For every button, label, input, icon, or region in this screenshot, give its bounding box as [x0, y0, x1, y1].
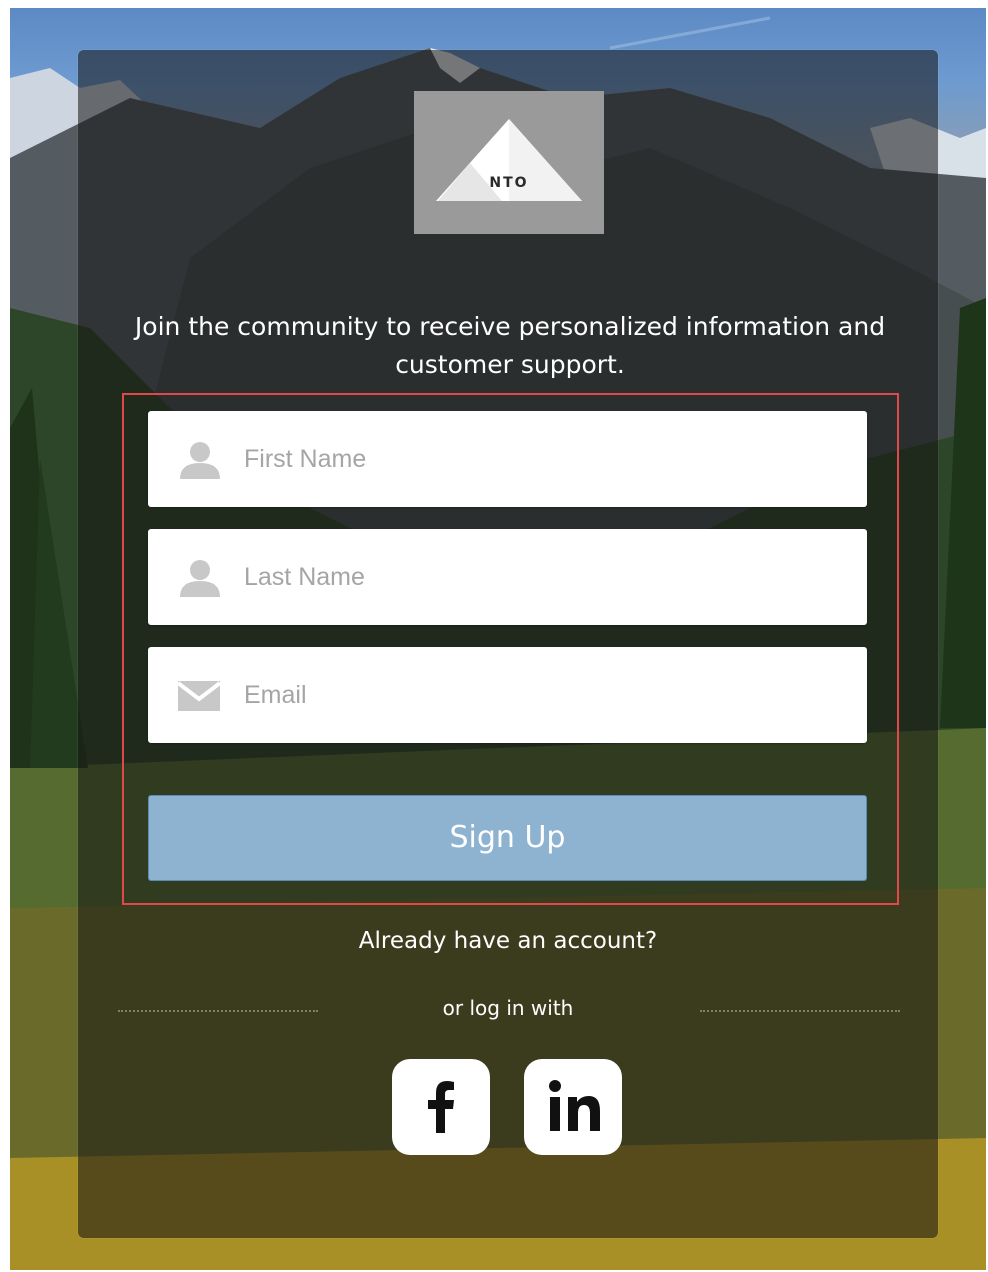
first-name-field[interactable]	[148, 411, 867, 507]
linkedin-login-button[interactable]	[524, 1059, 622, 1155]
linkedin-icon	[549, 1080, 600, 1131]
first-name-input[interactable]	[244, 411, 844, 507]
person-icon	[178, 441, 222, 479]
person-icon	[178, 559, 222, 597]
email-input[interactable]	[244, 647, 844, 743]
logo-text: NTO	[489, 175, 529, 191]
last-name-input[interactable]	[244, 529, 844, 625]
facebook-icon	[428, 1081, 454, 1133]
nto-logo: NTO	[414, 91, 604, 234]
last-name-field[interactable]	[148, 529, 867, 625]
divider-right	[700, 1010, 900, 1012]
intro-text: Join the community to receive personaliz…	[134, 312, 886, 379]
already-have-account-link[interactable]: Already have an account?	[78, 928, 938, 954]
envelope-icon	[176, 677, 222, 715]
or-log-in-with-text: or log in with	[442, 996, 574, 1020]
sign-up-button[interactable]: Sign Up	[148, 795, 867, 881]
email-field[interactable]	[148, 647, 867, 743]
facebook-login-button[interactable]	[392, 1059, 490, 1155]
